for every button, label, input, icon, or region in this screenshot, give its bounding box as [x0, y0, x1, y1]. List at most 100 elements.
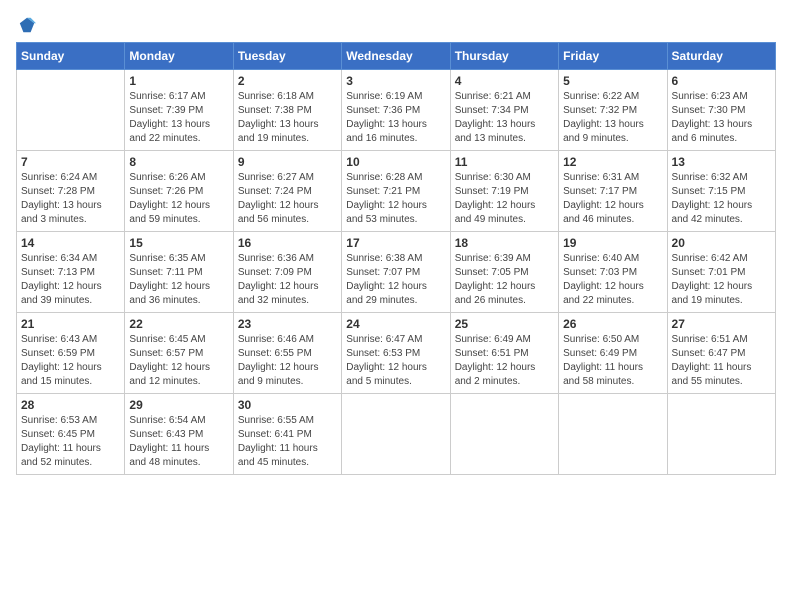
- day-info: Sunrise: 6:34 AM Sunset: 7:13 PM Dayligh…: [21, 252, 120, 308]
- day-info: Sunrise: 6:19 AM Sunset: 7:36 PM Dayligh…: [346, 90, 445, 146]
- day-number: 8: [129, 155, 228, 169]
- calendar-cell: 1 Sunrise: 6:17 AM Sunset: 7:39 PM Daylig…: [125, 70, 233, 151]
- calendar-cell: 6Sunrise: 6:23 AM Sunset: 7:30 PM Daylig…: [667, 70, 775, 151]
- calendar-cell: 20Sunrise: 6:42 AM Sunset: 7:01 PM Dayli…: [667, 232, 775, 313]
- calendar-cell: 9Sunrise: 6:27 AM Sunset: 7:24 PM Daylig…: [233, 151, 341, 232]
- calendar-cell: 19 Sunrise: 6:40 AM Sunset: 7:03 PM Dayli…: [559, 232, 667, 313]
- day-info: Sunrise: 6:55 AM Sunset: 6:41 PM Dayligh…: [238, 414, 337, 470]
- calendar-cell: 21 Sunrise: 6:43 AM Sunset: 6:59 PM Dayli…: [17, 313, 125, 394]
- day-number: 26: [563, 317, 662, 331]
- calendar-cell: 14 Sunrise: 6:34 AM Sunset: 7:13 PM Dayli…: [17, 232, 125, 313]
- day-info: Sunrise: 6:54 AM Sunset: 6:43 PM Dayligh…: [129, 414, 228, 470]
- day-number: 25: [455, 317, 554, 331]
- calendar-cell: [450, 394, 558, 475]
- week-row-2: 7Sunrise: 6:24 AM Sunset: 7:28 PM Daylig…: [17, 151, 776, 232]
- day-info: Sunrise: 6:17 AM Sunset: 7:39 PM Dayligh…: [129, 90, 228, 146]
- day-info: Sunrise: 6:38 AM Sunset: 7:07 PM Dayligh…: [346, 252, 445, 308]
- header-day-sunday: Sunday: [17, 43, 125, 70]
- day-info: Sunrise: 6:26 AM Sunset: 7:26 PM Dayligh…: [129, 171, 228, 227]
- day-number: 18: [455, 236, 554, 250]
- calendar-table: SundayMondayTuesdayWednesdayThursdayFrid…: [16, 42, 776, 475]
- day-number: 24: [346, 317, 445, 331]
- day-number: 19: [563, 236, 662, 250]
- calendar-body: 1 Sunrise: 6:17 AM Sunset: 7:39 PM Daylig…: [17, 70, 776, 475]
- day-info: Sunrise: 6:53 AM Sunset: 6:45 PM Dayligh…: [21, 414, 120, 470]
- header-day-wednesday: Wednesday: [342, 43, 450, 70]
- day-info: Sunrise: 6:40 AM Sunset: 7:03 PM Dayligh…: [563, 252, 662, 308]
- header-day-tuesday: Tuesday: [233, 43, 341, 70]
- day-number: 14: [21, 236, 120, 250]
- calendar-cell: 2Sunrise: 6:18 AM Sunset: 7:38 PM Daylig…: [233, 70, 341, 151]
- calendar-cell: 17 Sunrise: 6:38 AM Sunset: 7:07 PM Dayli…: [342, 232, 450, 313]
- calendar-cell: 3 Sunrise: 6:19 AM Sunset: 7:36 PM Daylig…: [342, 70, 450, 151]
- day-info: Sunrise: 6:23 AM Sunset: 7:30 PM Dayligh…: [672, 90, 771, 146]
- day-info: Sunrise: 6:32 AM Sunset: 7:15 PM Dayligh…: [672, 171, 771, 227]
- week-row-4: 21 Sunrise: 6:43 AM Sunset: 6:59 PM Dayli…: [17, 313, 776, 394]
- day-info: Sunrise: 6:28 AM Sunset: 7:21 PM Dayligh…: [346, 171, 445, 227]
- header-row: SundayMondayTuesdayWednesdayThursdayFrid…: [17, 43, 776, 70]
- day-info: Sunrise: 6:36 AM Sunset: 7:09 PM Dayligh…: [238, 252, 337, 308]
- day-number: 2: [238, 74, 337, 88]
- calendar-cell: [667, 394, 775, 475]
- day-number: 1: [129, 74, 228, 88]
- calendar-cell: 8 Sunrise: 6:26 AM Sunset: 7:26 PM Daylig…: [125, 151, 233, 232]
- calendar-header: SundayMondayTuesdayWednesdayThursdayFrid…: [17, 43, 776, 70]
- day-info: Sunrise: 6:47 AM Sunset: 6:53 PM Dayligh…: [346, 333, 445, 389]
- week-row-1: 1 Sunrise: 6:17 AM Sunset: 7:39 PM Daylig…: [17, 70, 776, 151]
- calendar-cell: [559, 394, 667, 475]
- day-info: Sunrise: 6:22 AM Sunset: 7:32 PM Dayligh…: [563, 90, 662, 146]
- day-number: 16: [238, 236, 337, 250]
- calendar-cell: 10 Sunrise: 6:28 AM Sunset: 7:21 PM Dayli…: [342, 151, 450, 232]
- calendar-cell: 5 Sunrise: 6:22 AM Sunset: 7:32 PM Daylig…: [559, 70, 667, 151]
- day-info: Sunrise: 6:30 AM Sunset: 7:19 PM Dayligh…: [455, 171, 554, 227]
- day-number: 4: [455, 74, 554, 88]
- calendar-cell: [17, 70, 125, 151]
- day-number: 23: [238, 317, 337, 331]
- calendar-cell: 16 Sunrise: 6:36 AM Sunset: 7:09 PM Dayli…: [233, 232, 341, 313]
- calendar-cell: 25 Sunrise: 6:49 AM Sunset: 6:51 PM Dayli…: [450, 313, 558, 394]
- day-number: 5: [563, 74, 662, 88]
- calendar-cell: 30 Sunrise: 6:55 AM Sunset: 6:41 PM Dayli…: [233, 394, 341, 475]
- day-number: 20: [672, 236, 771, 250]
- day-info: Sunrise: 6:45 AM Sunset: 6:57 PM Dayligh…: [129, 333, 228, 389]
- header-day-thursday: Thursday: [450, 43, 558, 70]
- day-info: Sunrise: 6:43 AM Sunset: 6:59 PM Dayligh…: [21, 333, 120, 389]
- day-number: 12: [563, 155, 662, 169]
- day-number: 22: [129, 317, 228, 331]
- calendar-cell: 23 Sunrise: 6:46 AM Sunset: 6:55 PM Dayli…: [233, 313, 341, 394]
- day-info: Sunrise: 6:49 AM Sunset: 6:51 PM Dayligh…: [455, 333, 554, 389]
- calendar-cell: 28 Sunrise: 6:53 AM Sunset: 6:45 PM Dayli…: [17, 394, 125, 475]
- day-info: Sunrise: 6:46 AM Sunset: 6:55 PM Dayligh…: [238, 333, 337, 389]
- day-info: Sunrise: 6:31 AM Sunset: 7:17 PM Dayligh…: [563, 171, 662, 227]
- day-info: Sunrise: 6:24 AM Sunset: 7:28 PM Dayligh…: [21, 171, 120, 227]
- page-header: [16, 16, 776, 34]
- calendar-cell: 27 Sunrise: 6:51 AM Sunset: 6:47 PM Dayli…: [667, 313, 775, 394]
- day-info: Sunrise: 6:50 AM Sunset: 6:49 PM Dayligh…: [563, 333, 662, 389]
- calendar-cell: 22 Sunrise: 6:45 AM Sunset: 6:57 PM Dayli…: [125, 313, 233, 394]
- week-row-5: 28 Sunrise: 6:53 AM Sunset: 6:45 PM Dayli…: [17, 394, 776, 475]
- week-row-3: 14 Sunrise: 6:34 AM Sunset: 7:13 PM Dayli…: [17, 232, 776, 313]
- calendar-cell: 26 Sunrise: 6:50 AM Sunset: 6:49 PM Dayli…: [559, 313, 667, 394]
- day-number: 28: [21, 398, 120, 412]
- day-info: Sunrise: 6:51 AM Sunset: 6:47 PM Dayligh…: [672, 333, 771, 389]
- day-number: 29: [129, 398, 228, 412]
- logo-icon: [18, 16, 36, 34]
- day-number: 17: [346, 236, 445, 250]
- calendar-cell: 4Sunrise: 6:21 AM Sunset: 7:34 PM Daylig…: [450, 70, 558, 151]
- day-number: 21: [21, 317, 120, 331]
- calendar-cell: 29 Sunrise: 6:54 AM Sunset: 6:43 PM Dayli…: [125, 394, 233, 475]
- day-number: 10: [346, 155, 445, 169]
- day-number: 3: [346, 74, 445, 88]
- day-number: 13: [672, 155, 771, 169]
- calendar-cell: 18Sunrise: 6:39 AM Sunset: 7:05 PM Dayli…: [450, 232, 558, 313]
- day-info: Sunrise: 6:35 AM Sunset: 7:11 PM Dayligh…: [129, 252, 228, 308]
- calendar-cell: [342, 394, 450, 475]
- calendar-cell: 15 Sunrise: 6:35 AM Sunset: 7:11 PM Dayli…: [125, 232, 233, 313]
- day-number: 15: [129, 236, 228, 250]
- logo: [16, 16, 36, 34]
- header-day-saturday: Saturday: [667, 43, 775, 70]
- day-info: Sunrise: 6:27 AM Sunset: 7:24 PM Dayligh…: [238, 171, 337, 227]
- day-number: 27: [672, 317, 771, 331]
- header-day-monday: Monday: [125, 43, 233, 70]
- day-number: 30: [238, 398, 337, 412]
